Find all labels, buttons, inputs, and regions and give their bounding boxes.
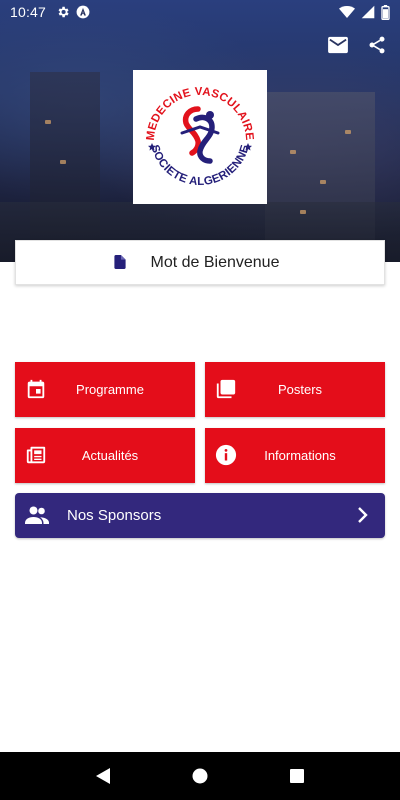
info-icon xyxy=(215,444,237,466)
background-window-light xyxy=(290,150,296,154)
gear-icon xyxy=(58,6,69,18)
welcome-message-label: Mot de Bienvenue xyxy=(150,253,280,271)
background-window-light xyxy=(45,120,51,124)
status-time: 10:47 xyxy=(10,4,47,20)
welcome-message-button[interactable]: Mot de Bienvenue xyxy=(15,240,385,285)
recents-square-icon xyxy=(289,769,304,783)
nav-recents-button[interactable] xyxy=(282,761,312,791)
posters-button[interactable]: Posters xyxy=(205,362,385,417)
newspaper-icon xyxy=(26,446,46,464)
status-bar: 10:47 xyxy=(0,0,400,24)
cellular-icon xyxy=(361,5,375,19)
back-triangle-icon xyxy=(96,768,111,784)
nav-back-button[interactable] xyxy=(88,761,118,791)
sponsors-label: Nos Sponsors xyxy=(67,507,162,524)
chevron-right-icon xyxy=(358,507,368,523)
actualites-button[interactable]: Actualités xyxy=(15,428,195,483)
background-window-light xyxy=(60,160,66,164)
logo-text-top: MEDECINE VASCULAIRE xyxy=(145,86,255,141)
wifi-icon xyxy=(339,6,355,18)
mail-button[interactable] xyxy=(326,34,350,56)
document-icon xyxy=(114,255,126,269)
background-window-light xyxy=(345,130,351,134)
background-window-light xyxy=(320,180,326,184)
society-logo: MEDECINE VASCULAIRE SOCIETE ALGERIENNE xyxy=(133,70,267,204)
society-logo-emblem: MEDECINE VASCULAIRE SOCIETE ALGERIENNE xyxy=(145,86,255,188)
informations-button[interactable]: Informations xyxy=(205,428,385,483)
share-icon xyxy=(369,36,385,54)
background-window-light xyxy=(300,210,306,214)
home-circle-icon xyxy=(192,768,208,784)
mail-icon xyxy=(328,36,348,54)
vpn-a-icon xyxy=(76,5,90,19)
sponsors-button[interactable]: Nos Sponsors xyxy=(15,493,385,538)
programme-button[interactable]: Programme xyxy=(15,362,195,417)
system-navigation-bar xyxy=(0,752,400,800)
share-button[interactable] xyxy=(365,34,389,56)
battery-icon xyxy=(381,4,390,20)
nav-home-button[interactable] xyxy=(185,761,215,791)
stack-icon xyxy=(216,379,236,399)
group-icon xyxy=(25,506,49,524)
svg-text:MEDECINE VASCULAIRE: MEDECINE VASCULAIRE xyxy=(145,86,255,141)
calendar-icon xyxy=(27,379,45,399)
